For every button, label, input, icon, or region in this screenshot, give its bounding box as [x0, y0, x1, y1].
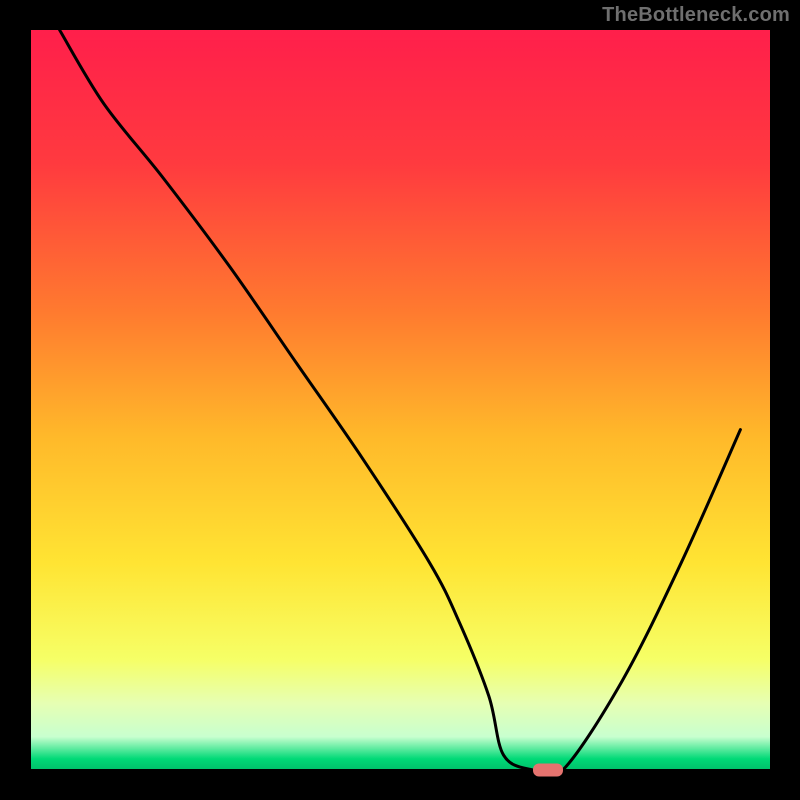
chart-stage: TheBottleneck.com — [0, 0, 800, 800]
plot-background — [30, 30, 770, 770]
optimal-marker — [533, 764, 563, 777]
bottleneck-chart — [0, 0, 800, 800]
